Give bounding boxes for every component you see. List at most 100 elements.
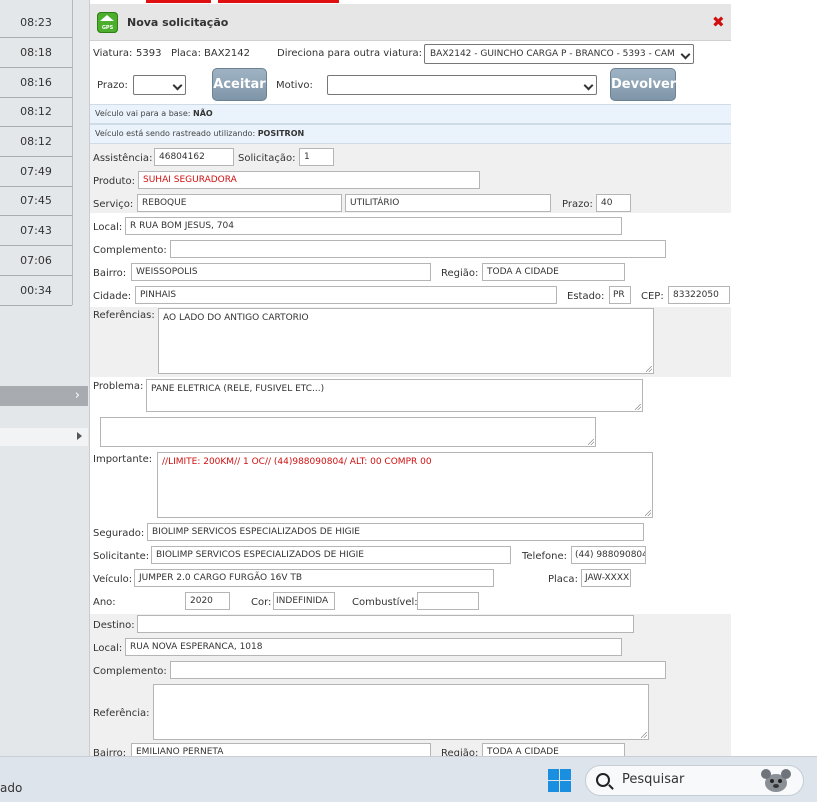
destino-regiao-field[interactable]: TODA A CIDADE xyxy=(482,743,625,756)
destino-local-field[interactable]: RUA NOVA ESPERANCA, 1018 xyxy=(125,638,622,656)
call-time-item[interactable]: 07:49 xyxy=(0,157,72,187)
cidade-label: Cidade: xyxy=(93,291,132,302)
call-time-item[interactable]: 08:12 xyxy=(0,97,72,127)
referencias-label: Referências: xyxy=(93,310,155,321)
estado-field[interactable]: PR xyxy=(609,286,631,304)
destino-complemento-field[interactable] xyxy=(170,661,666,679)
destino-bairro-field[interactable]: EMILIANO PERNETA xyxy=(131,743,431,756)
placa-value: BAX2142 xyxy=(204,48,251,59)
call-time: 08:18 xyxy=(20,46,52,59)
produto-label: Produto: xyxy=(93,176,135,187)
importante-textarea[interactable]: //LIMITE: 200KM// 1 OC// (44)988090804/ … xyxy=(157,452,653,518)
servico-tipo-field[interactable]: UTILITÁRIO xyxy=(345,194,551,212)
call-time: 08:16 xyxy=(20,76,52,89)
bairro-label: Bairro: xyxy=(93,268,127,279)
direciona-label: Direciona para outra viatura: xyxy=(277,48,422,59)
direciona-selected: BAX2142 - GUINCHO CARGA P - BRANCO - 539… xyxy=(430,49,675,59)
info-rastreado-value: POSITRON xyxy=(257,129,305,138)
assistencia-field[interactable]: 46804162 xyxy=(154,148,234,166)
new-request-dialog: GPS Nova solicitação ✖ Viatura: 5393 Pla… xyxy=(90,4,731,756)
tab-indicator xyxy=(146,0,211,3)
sidebar-collapse-bar[interactable]: › xyxy=(0,386,88,406)
taskbar-search-box[interactable]: Pesquisar xyxy=(585,765,804,796)
motivo-label: Motivo: xyxy=(276,80,313,91)
call-time-item[interactable]: 00:34 xyxy=(0,276,72,306)
call-list-sidebar: 08:23 08:18 08:16 08:12 08:12 07:49 07:4… xyxy=(0,0,90,756)
call-time-item[interactable]: 08:16 xyxy=(0,68,72,98)
destino-referencia-textarea[interactable] xyxy=(153,684,649,740)
call-time: 07:06 xyxy=(20,254,52,267)
regiao-field[interactable]: TODA A CIDADE xyxy=(482,263,625,281)
solicitacao-field[interactable]: 1 xyxy=(299,148,334,166)
call-time-item[interactable]: 08:23 xyxy=(0,8,72,38)
placa-label: Placa: xyxy=(171,48,201,59)
servico-field[interactable]: REBOQUE xyxy=(137,194,342,212)
chevron-down-icon xyxy=(583,80,594,91)
chevron-down-icon xyxy=(172,80,183,91)
call-time: 07:49 xyxy=(20,165,52,178)
destino-regiao-label: Região: xyxy=(441,748,479,756)
sidebar-expand-row[interactable] xyxy=(0,428,88,446)
complemento-field[interactable] xyxy=(170,240,666,258)
motivo-select[interactable] xyxy=(327,75,597,95)
direciona-select[interactable]: BAX2142 - GUINCHO CARGA P - BRANCO - 539… xyxy=(424,44,694,64)
call-time: 08:12 xyxy=(20,105,52,118)
call-time-item[interactable]: 07:43 xyxy=(0,216,72,246)
call-time-item[interactable]: 07:06 xyxy=(0,246,72,276)
servico-label: Serviço: xyxy=(93,199,134,210)
local-field[interactable]: R RUA BOM JESUS, 704 xyxy=(125,217,622,235)
search-icon xyxy=(596,773,610,787)
cidade-field[interactable]: PINHAIS xyxy=(135,286,557,304)
taskbar-app-label[interactable]: ado xyxy=(0,781,22,795)
bairro-field[interactable]: WEISSOPOLIS xyxy=(131,263,431,281)
segurado-field[interactable]: BIOLIMP SERVICOS ESPECIALIZADOS DE HIGIE xyxy=(147,523,644,541)
ano-field[interactable]: 2020 xyxy=(185,592,230,610)
devolver-button[interactable]: Devolver xyxy=(610,68,676,101)
info-rastreado: Veículo está sendo rastreado utilizando:… xyxy=(90,124,731,144)
prazo-select[interactable] xyxy=(133,75,186,95)
destino-field[interactable] xyxy=(137,615,634,633)
call-time-item[interactable]: 07:45 xyxy=(0,186,72,216)
estado-label: Estado: xyxy=(567,291,605,302)
column-divider xyxy=(72,0,73,305)
close-icon[interactable]: ✖ xyxy=(712,13,725,31)
servico-prazo-field[interactable]: 40 xyxy=(596,194,631,212)
search-placeholder: Pesquisar xyxy=(622,772,685,787)
prazo-label: Prazo: xyxy=(97,80,128,91)
solicitacao-label: Solicitação: xyxy=(238,153,296,164)
windows-start-icon[interactable] xyxy=(548,769,571,792)
assistencia-label: Assistência: xyxy=(93,153,153,164)
aceitar-button[interactable]: Aceitar xyxy=(212,68,267,101)
solicitante-field[interactable]: BIOLIMP SERVICOS ESPECIALIZADOS DE HIGIE xyxy=(151,546,511,564)
veiculo-field[interactable]: JUMPER 2.0 CARGO FURGÃO 16V TB xyxy=(134,569,494,587)
referencias-textarea[interactable]: AO LADO DO ANTIGO CARTORIO xyxy=(158,308,654,374)
local-label: Local: xyxy=(93,222,123,233)
info-rastreado-label: Veículo está sendo rastreado utilizando: xyxy=(95,129,256,138)
dialog-title: Nova solicitação xyxy=(127,16,229,29)
combustivel-field[interactable] xyxy=(417,592,479,610)
tab-indicator xyxy=(218,0,339,3)
destino-bairro-label: Bairro: xyxy=(93,748,127,756)
problema-extra-textarea[interactable] xyxy=(100,417,596,447)
call-time: 07:43 xyxy=(20,224,52,237)
call-time: 08:23 xyxy=(20,16,52,29)
cor-field[interactable]: INDEFINIDA xyxy=(273,592,335,610)
telefone-field[interactable]: (44) 988090804 xyxy=(571,546,646,564)
produto-field[interactable]: SUHAI SEGURADORA xyxy=(138,171,480,189)
call-time: 00:34 xyxy=(20,284,52,297)
destino-label: Destino: xyxy=(93,620,135,631)
destino-referencia-label: Referência: xyxy=(93,708,150,719)
segurado-label: Segurado: xyxy=(93,528,145,539)
info-base: Veículo vai para a base: NÃO xyxy=(90,104,731,124)
placa-veiculo-field[interactable]: JAW-XXXX xyxy=(581,569,631,587)
call-time-item[interactable]: 08:12 xyxy=(0,127,72,157)
destino-local-label: Local: xyxy=(93,643,123,654)
importante-label: Importante: xyxy=(93,454,153,465)
veiculo-label: Veículo: xyxy=(93,574,133,585)
info-base-value: NÃO xyxy=(193,109,213,118)
servico-prazo-label: Prazo: xyxy=(562,199,593,210)
cep-field[interactable]: 83322050 xyxy=(668,286,730,304)
call-time-item[interactable]: 08:18 xyxy=(0,38,72,68)
problema-textarea[interactable]: PANE ELETRICA (RELE, FUSIVEL ETC...) xyxy=(146,379,643,412)
gps-icon: GPS xyxy=(97,12,118,33)
